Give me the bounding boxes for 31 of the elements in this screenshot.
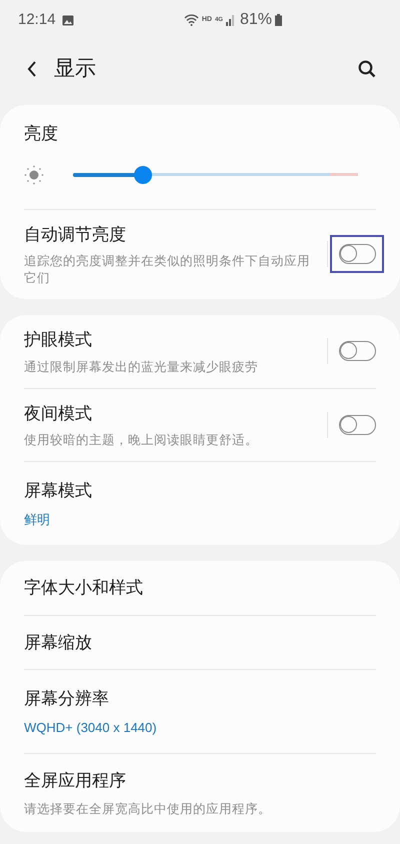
setting-title: 亮度: [24, 123, 59, 145]
setting-title: 屏幕缩放: [24, 632, 93, 654]
setting-value: 鲜明: [24, 510, 51, 528]
setting-title: 屏幕模式: [24, 480, 93, 502]
setting-description: 请选择要在全屏宽高比中使用的应用程序。: [24, 800, 272, 818]
battery-icon: [275, 14, 282, 26]
toggle-switch[interactable]: [338, 414, 376, 435]
setting-title: 护眼模式: [24, 329, 93, 351]
setting-title: 全屏应用程序: [24, 770, 127, 792]
brightness-icon: [24, 164, 44, 184]
setting-title: 屏幕分辨率: [24, 688, 110, 710]
brightness-slider[interactable]: [73, 166, 358, 184]
image-icon: [62, 14, 74, 26]
page-title: 显示: [54, 56, 97, 82]
toggle-switch[interactable]: [338, 341, 376, 362]
search-button[interactable]: [356, 58, 378, 80]
setting-description: 追踪您的亮度调整并在类似的照明条件下自动应用它们: [24, 253, 311, 287]
battery-percent: 81%: [240, 10, 272, 30]
back-icon: [27, 60, 37, 76]
wifi-icon: [184, 14, 199, 26]
status-time: 12:14: [18, 10, 56, 30]
signal-icon: [226, 14, 235, 26]
setting-description: 通过限制屏幕发出的蓝光量来减少眼疲劳: [24, 358, 259, 376]
setting-title: 自动调节亮度: [24, 224, 127, 246]
search-icon: [358, 60, 376, 78]
setting-title: 夜间模式: [24, 402, 93, 424]
setting-title: 字体大小和样式: [24, 577, 144, 599]
slider-thumb[interactable]: [134, 166, 152, 184]
setting-value: WQHD+ (3040 x 1440): [24, 718, 158, 737]
toggle-switch[interactable]: [338, 244, 376, 264]
setting-description: 使用较暗的主题，晚上阅读眼睛更舒适。: [24, 432, 259, 449]
